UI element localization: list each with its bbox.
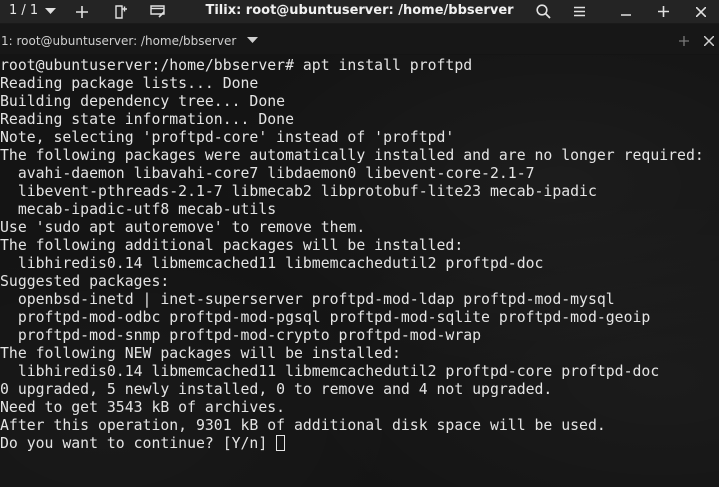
terminal-line: Use 'sudo apt autoremove' to remove them… — [0, 219, 366, 236]
terminal-line: Reading state information... Done — [0, 111, 294, 128]
terminal-lines: root@ubuntuserver:/home/bbserver# apt in… — [0, 57, 704, 453]
terminal-line: 0 upgraded, 5 newly installed, 0 to remo… — [0, 381, 553, 398]
terminal-line: root@ubuntuserver:/home/bbserver# apt in… — [0, 57, 473, 74]
chevron-down-icon[interactable] — [247, 37, 258, 43]
edit-session-button[interactable] — [148, 0, 168, 23]
edit-window-icon — [150, 5, 165, 18]
terminal-line: Suggested packages: — [0, 273, 170, 290]
minimize-icon — [621, 13, 631, 16]
close-button[interactable] — [693, 0, 709, 23]
terminal-line: Note, selecting 'proftpd-core' instead o… — [0, 129, 455, 146]
terminal-line: avahi-daemon libavahi-core7 libdaemon0 l… — [0, 165, 535, 182]
terminal-line: The following additional packages will b… — [0, 237, 464, 254]
plus-icon — [76, 5, 88, 18]
terminal-line: libhiredis0.14 libmemcached11 libmemcach… — [0, 363, 660, 380]
terminal-line: Building dependency tree... Done — [0, 93, 286, 110]
session-count: 1 / 1 — [9, 3, 39, 18]
terminal-tab-title[interactable]: 1: root@ubuntuserver: /home/bbserver — [1, 24, 236, 54]
prompt-text: Do you want to continue? [Y/n] — [0, 435, 277, 452]
terminal-line: proftpd-mod-odbc proftpd-mod-pgsql proft… — [0, 309, 651, 326]
titlebar: 1 / 1 Tilix: root@ubuntuserver: /home/bb… — [0, 0, 719, 24]
hamburger-icon — [573, 6, 585, 17]
chevron-down-icon — [44, 8, 56, 14]
search-icon — [535, 4, 551, 19]
minimize-button[interactable] — [618, 0, 634, 23]
split-icon — [114, 4, 127, 19]
terminal-line: mecab-ipadic-utf8 mecab-utils — [0, 201, 277, 218]
terminal-line: openbsd-inetd | inet-superserver proftpd… — [0, 291, 615, 308]
terminal-output[interactable]: root@ubuntuserver:/home/bbserver# apt in… — [0, 55, 719, 487]
terminal-line: The following NEW packages will be insta… — [0, 345, 401, 362]
terminal-tab-bar: 1: root@ubuntuserver: /home/bbserver — [0, 24, 719, 54]
plus-icon[interactable] — [679, 36, 689, 46]
maximize-icon — [657, 6, 669, 17]
split-terminal-button[interactable] — [112, 0, 130, 23]
maximize-button[interactable] — [655, 0, 671, 23]
tilix-window: 1 / 1 Tilix: root@ubuntuserver: /home/bb… — [0, 0, 719, 487]
terminal-line: libhiredis0.14 libmemcached11 libmemcach… — [0, 255, 544, 272]
terminal-line: Need to get 3543 kB of archives. — [0, 399, 286, 416]
search-button[interactable] — [533, 0, 553, 23]
window-title: Tilix: root@ubuntuserver: /home/bbserver — [205, 3, 514, 18]
close-icon — [696, 6, 706, 17]
terminal-line: proftpd-mod-snmp proftpd-mod-crypto prof… — [0, 327, 482, 344]
terminal-line: Reading package lists... Done — [0, 75, 259, 92]
terminal-cursor — [276, 435, 286, 451]
add-terminal-button[interactable] — [73, 0, 91, 23]
terminal-line: After this operation, 9301 kB of additio… — [0, 417, 606, 434]
terminal-line: libevent-pthreads-2.1-7 libmecab2 libpro… — [0, 183, 597, 200]
close-icon[interactable] — [704, 36, 714, 46]
session-dropdown-button[interactable] — [42, 0, 58, 23]
terminal-line: The following packages were automaticall… — [0, 147, 704, 164]
terminal-prompt-line[interactable]: Do you want to continue? [Y/n] — [0, 435, 704, 453]
menu-button[interactable] — [571, 0, 587, 23]
